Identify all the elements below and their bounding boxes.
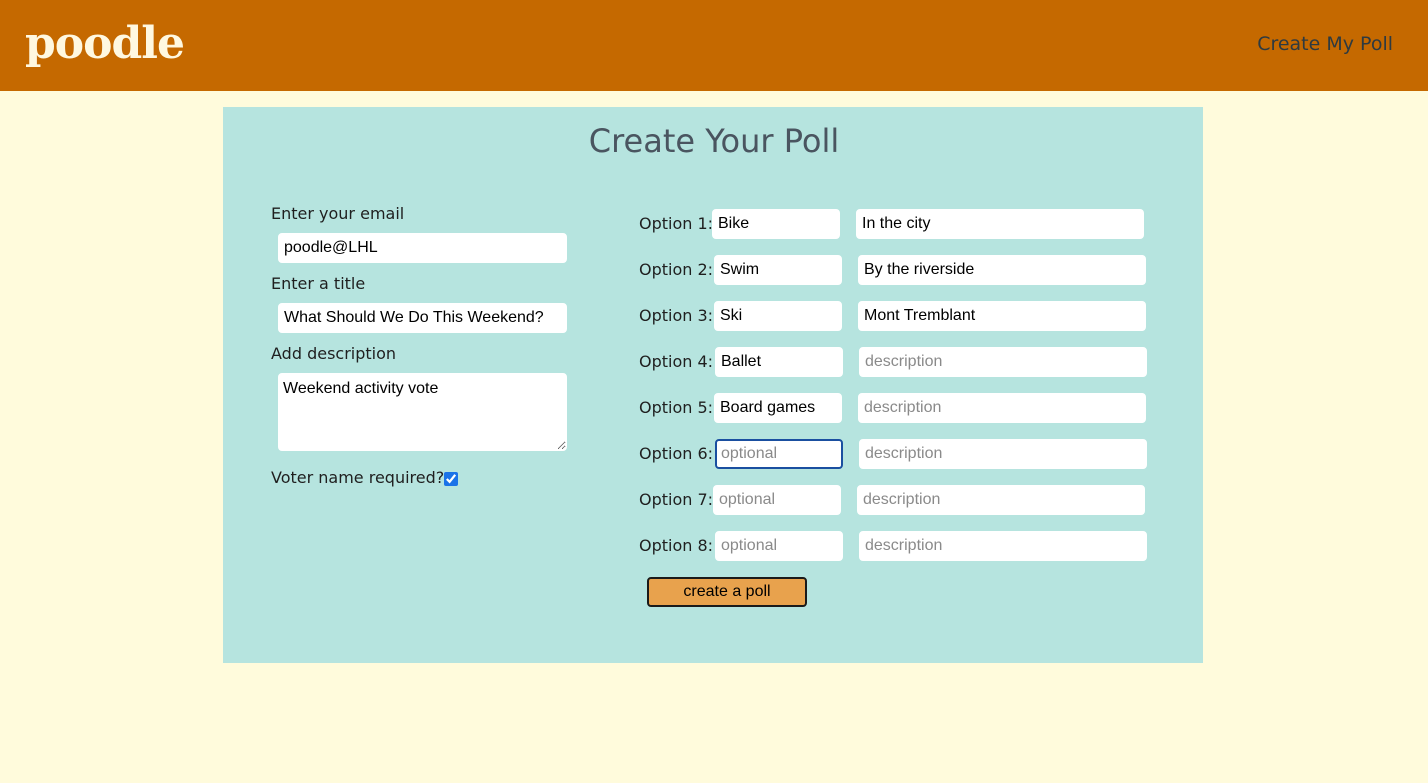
- email-field[interactable]: [278, 233, 567, 263]
- voter-name-label: Voter name required?: [271, 468, 445, 487]
- option-2-input[interactable]: [714, 255, 842, 285]
- title-field[interactable]: [278, 303, 567, 333]
- option-4-input[interactable]: [715, 347, 843, 377]
- option-2-description-input[interactable]: [858, 255, 1146, 285]
- top-header: poodle Create My Poll: [0, 0, 1428, 91]
- option-3-description-input[interactable]: [858, 301, 1146, 331]
- description-textarea[interactable]: Weekend activity vote: [278, 373, 567, 451]
- description-label: Add description: [271, 344, 397, 363]
- option-1-label: Option 1:: [639, 214, 714, 233]
- option-5-label: Option 5:: [639, 398, 714, 417]
- email-label: Enter your email: [271, 204, 405, 223]
- option-5-input[interactable]: [714, 393, 842, 423]
- option-6-label: Option 6:: [639, 444, 714, 463]
- create-poll-button[interactable]: create a poll: [647, 577, 807, 607]
- title-label: Enter a title: [271, 274, 366, 293]
- option-5-description-input[interactable]: [858, 393, 1146, 423]
- option-1-input[interactable]: [712, 209, 840, 239]
- option-4-label: Option 4:: [639, 352, 714, 371]
- option-3-label: Option 3:: [639, 306, 714, 325]
- option-8-label: Option 8:: [639, 536, 714, 555]
- option-3-input[interactable]: [714, 301, 842, 331]
- page-title: Create Your Poll: [588, 122, 840, 160]
- option-8-input[interactable]: [715, 531, 843, 561]
- option-6-input[interactable]: [715, 439, 843, 469]
- option-7-input[interactable]: [713, 485, 841, 515]
- create-my-poll-link[interactable]: Create My Poll: [1257, 31, 1393, 57]
- poodle-logo[interactable]: poodle: [25, 18, 185, 70]
- voter-name-checkbox[interactable]: [444, 472, 458, 486]
- option-8-description-input[interactable]: [859, 531, 1147, 561]
- option-7-description-input[interactable]: [857, 485, 1145, 515]
- option-7-label: Option 7:: [639, 490, 714, 509]
- option-4-description-input[interactable]: [859, 347, 1147, 377]
- option-2-label: Option 2:: [639, 260, 714, 279]
- option-1-description-input[interactable]: [856, 209, 1144, 239]
- option-6-description-input[interactable]: [859, 439, 1147, 469]
